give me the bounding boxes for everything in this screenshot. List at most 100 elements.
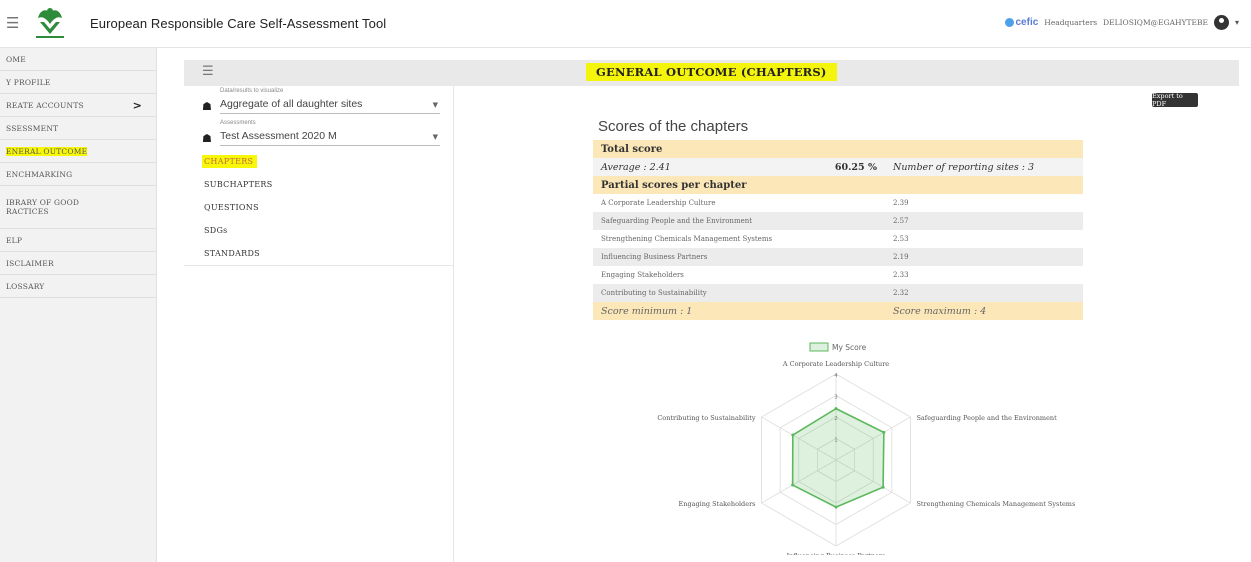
radar-chart: 1234A Corporate Leadership CultureSafegu…: [657, 342, 1075, 555]
tab-questions[interactable]: QUESTIONS: [184, 196, 454, 219]
table-row: Average : 2.41 60.25 % Number of reporti…: [593, 158, 1083, 176]
chapter-name: Influencing Business Partners: [593, 248, 885, 266]
tab-label: CHAPTERS: [202, 155, 258, 168]
radar-category-label: A Corporate Leadership Culture: [782, 360, 889, 368]
sidebar-item-my-profile[interactable]: Y PROFILE: [0, 71, 156, 94]
chapter-score: 2.57: [885, 212, 1083, 230]
select-underline: [220, 113, 440, 114]
sidebar-item-disclaimer[interactable]: ISCLAIMER: [0, 252, 156, 275]
chapter-score: 2.19: [885, 248, 1083, 266]
responsible-care-logo: [30, 4, 70, 42]
menu-icon[interactable]: ☰: [202, 64, 214, 79]
radar-category-label: Strengthening Chemicals Management Syste…: [916, 500, 1075, 508]
tab-subchapters[interactable]: SUBCHAPTERS: [184, 173, 454, 196]
tab-standards[interactable]: STANDARDS: [184, 242, 454, 266]
chevron-down-icon: ▼: [432, 133, 438, 141]
score-minimum: Score minimum : 1: [593, 302, 885, 320]
sidebar-item-label: SSESSMENT: [6, 123, 59, 133]
chapter-name: Contributing to Sustainability: [593, 284, 885, 302]
cefic-label: cefic: [1015, 17, 1039, 28]
chapter-score: 2.32: [885, 284, 1083, 302]
legend-swatch: [809, 342, 829, 352]
sidebar-item-label: IBRARY OF GOOD RACTICES: [6, 198, 80, 216]
sidebar-item-general-outcome[interactable]: ENERAL OUTCOME: [0, 140, 156, 163]
table-row: Engaging Stakeholders 2.33: [593, 266, 1083, 284]
radar-point: [834, 505, 838, 509]
data-select[interactable]: Data/results to visualize ☗ Aggregate of…: [202, 88, 440, 116]
sidebar-item-library[interactable]: IBRARY OF GOOD RACTICES: [0, 186, 156, 229]
sidebar: OME Y PROFILE REATE ACCOUNTS > SSESSMENT …: [0, 48, 157, 562]
sidebar-item-create-accounts[interactable]: REATE ACCOUNTS >: [0, 94, 156, 117]
page-title: GENERAL OUTCOME (CHAPTERS): [586, 63, 837, 81]
average-percent: 60.25 %: [789, 158, 885, 176]
data-select-caption: Data/results to visualize: [220, 88, 284, 94]
table-row: Strengthening Chemicals Management Syste…: [593, 230, 1083, 248]
chevron-down-icon: ▼: [432, 101, 438, 109]
site-name: Headquarters: [1044, 18, 1098, 27]
select-underline: [220, 145, 440, 146]
tab-label: QUESTIONS: [204, 203, 259, 212]
sidebar-item-label: ELP: [6, 235, 23, 245]
chevron-right-icon: >: [132, 98, 142, 112]
chapter-name: Strengthening Chemicals Management Syste…: [601, 235, 773, 243]
assessment-select-caption: Assessments: [220, 120, 256, 126]
table-row: Partial scores per chapter: [593, 176, 1083, 194]
sidebar-item-label: REATE ACCOUNTS: [6, 100, 84, 110]
radar-point: [881, 485, 885, 489]
tab-label: STANDARDS: [204, 249, 260, 258]
radar-point: [791, 433, 795, 437]
radar-tick-label: 3: [834, 395, 838, 401]
legend-label: My Score: [832, 343, 867, 352]
chapter-name: Safeguarding People and the Environment: [593, 212, 885, 230]
radar-category-label: Influencing Business Partners: [787, 552, 886, 555]
chapter-score: 2.39: [893, 199, 909, 207]
chapter-score: 2.53: [893, 235, 909, 243]
outcome-subnav: CHAPTERS SUBCHAPTERS QUESTIONS SDGs STAN…: [184, 150, 454, 266]
scores-table: Total score Average : 2.41 60.25 % Numbe…: [593, 140, 1083, 320]
sidebar-item-glossary[interactable]: LOSSARY: [0, 275, 156, 298]
sidebar-item-label: ISCLAIMER: [6, 258, 54, 268]
cefic-icon: [1004, 18, 1014, 27]
radar-point: [791, 483, 795, 487]
total-score-label: Total score: [593, 140, 1083, 158]
data-select-value: Aggregate of all daughter sites: [220, 98, 363, 110]
chapter-name: A Corporate Leadership Culture: [601, 199, 716, 207]
chapter-score: 2.33: [893, 271, 909, 279]
sidebar-item-benchmarking[interactable]: ENCHMARKING: [0, 163, 156, 186]
assessment-select-value: Test Assessment 2020 M: [220, 130, 337, 142]
radar-category-label: Safeguarding People and the Environment: [916, 414, 1057, 422]
sidebar-item-assessment[interactable]: SSESSMENT: [0, 117, 156, 140]
partial-scores-label: Partial scores per chapter: [593, 176, 1083, 194]
radar-category-label: Engaging Stakeholders: [679, 500, 756, 508]
table-row: A Corporate Leadership Culture 2.39: [593, 194, 1083, 212]
home-icon: ☗: [202, 132, 212, 145]
radar-category-label: Contributing to Sustainability: [657, 414, 756, 422]
menu-icon[interactable]: ☰: [6, 14, 19, 32]
tab-sdgs[interactable]: SDGs: [184, 219, 454, 242]
filter-panel: Data/results to visualize ☗ Aggregate of…: [184, 86, 454, 562]
tab-label: SDGs: [204, 226, 228, 235]
scores-title: Scores of the chapters: [598, 118, 749, 135]
table-row: Contributing to Sustainability 2.32: [593, 284, 1083, 302]
sidebar-item-label: Y PROFILE: [6, 77, 51, 87]
app-title: European Responsible Care Self-Assessmen…: [90, 16, 387, 31]
radar-tick-label: 4: [834, 373, 838, 379]
user-avatar-icon[interactable]: [1213, 15, 1229, 30]
table-row: Safeguarding People and the Environment 2…: [593, 212, 1083, 230]
user-name: DELIOSIQM@EGAHYTEBE: [1103, 18, 1208, 27]
average-score: Average : 2.41: [593, 158, 789, 176]
chapter-name: Engaging Stakeholders: [601, 271, 684, 279]
assessment-select[interactable]: Assessments ☗ Test Assessment 2020 M ▼: [202, 120, 440, 148]
sidebar-item-home[interactable]: OME: [0, 48, 156, 71]
sidebar-item-help[interactable]: ELP: [0, 229, 156, 252]
table-row: Score minimum : 1 Score maximum : 4: [593, 302, 1083, 320]
sidebar-item-label: ENCHMARKING: [6, 169, 73, 179]
sidebar-item-label: ENERAL OUTCOME: [6, 146, 88, 156]
export-pdf-button[interactable]: Export to PDF: [1152, 92, 1198, 108]
chevron-down-icon[interactable]: ▾: [1235, 18, 1239, 27]
reporting-sites: Number of reporting sites : 3: [885, 158, 1083, 176]
tab-label: SUBCHAPTERS: [204, 180, 273, 189]
radar-series-my-score: [791, 407, 885, 508]
tab-chapters[interactable]: CHAPTERS: [184, 150, 454, 173]
home-icon: ☗: [202, 100, 212, 113]
